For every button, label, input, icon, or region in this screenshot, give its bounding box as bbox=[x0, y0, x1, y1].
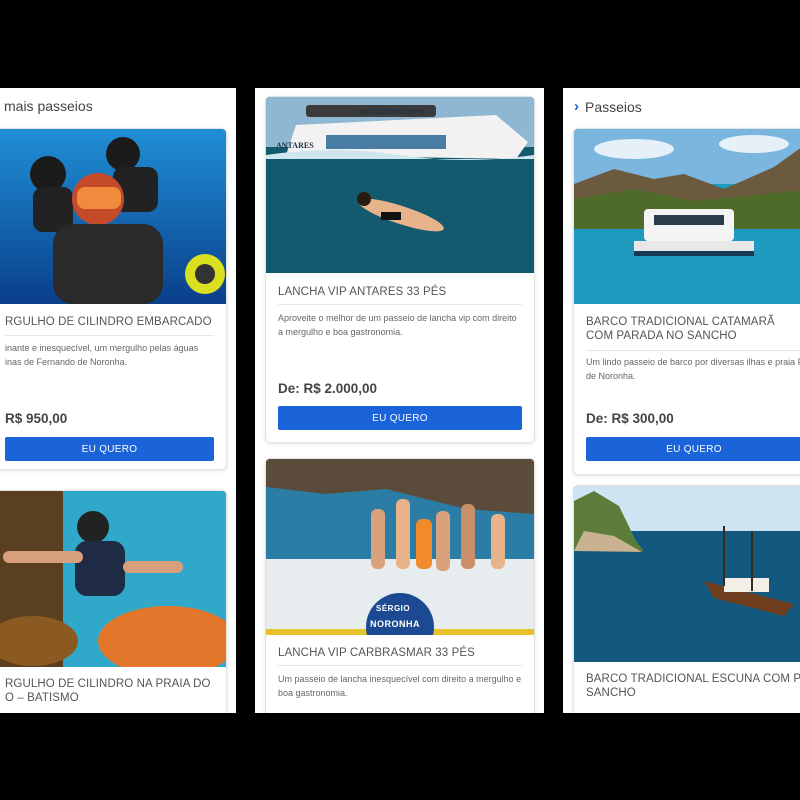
eu-quero-button[interactable]: EU QUERO bbox=[278, 406, 522, 430]
tour-title: LANCHA VIP ANTARES 33 PÉS bbox=[278, 286, 447, 298]
tour-price: R$ 950,00 bbox=[5, 411, 68, 426]
divider bbox=[278, 665, 522, 666]
divider bbox=[586, 350, 800, 351]
tour-photo bbox=[0, 129, 226, 304]
tour-description: inante e inesquecível, um mergulho pelas… bbox=[5, 343, 199, 367]
section-heading: mais passeios bbox=[4, 98, 93, 114]
tour-price: De: R$ 300,00 bbox=[586, 411, 674, 426]
divider bbox=[278, 304, 522, 305]
tour-card[interactable]: RGULHO DE CILINDRO EMBARCADO inante e in… bbox=[0, 128, 227, 470]
eu-quero-button[interactable]: EU QUERO bbox=[5, 437, 214, 461]
right-panel: › Passeios BARCO TRADICIONAL CATAMARÃ CO… bbox=[563, 88, 800, 713]
section-heading: › Passeios bbox=[574, 98, 642, 115]
tour-price: De: R$ 2.000,00 bbox=[278, 381, 378, 396]
tour-photo: SÉRGIO NORONHA bbox=[266, 459, 534, 635]
eu-quero-button[interactable]: EU QUERO bbox=[586, 437, 800, 461]
tour-card[interactable]: SÉRGIO NORONHA LANCHA VIP CARBRASMAR 33 … bbox=[265, 458, 535, 713]
center-panel: INSC 221001115-FN ANTARES LANCHA VIP ANT… bbox=[255, 88, 544, 713]
tour-description: Um lindo passeio de barco por diversas i… bbox=[586, 357, 800, 381]
tour-photo bbox=[574, 129, 800, 304]
tour-photo bbox=[0, 491, 226, 667]
tour-title: RGULHO DE CILINDRO NA PRAIA DO O – BATIS… bbox=[5, 678, 211, 704]
tour-photo bbox=[574, 486, 800, 662]
divider bbox=[5, 335, 214, 336]
tour-description: Um passeio de lancha inesquecível com di… bbox=[278, 674, 522, 698]
tour-card[interactable]: RGULHO DE CILINDRO NA PRAIA DO O – BATIS… bbox=[0, 490, 227, 713]
tour-title: BARCO TRADICIONAL CATAMARÃ COM PARADA NO… bbox=[586, 316, 775, 342]
logo-text-bottom: NORONHA bbox=[370, 619, 420, 629]
tour-photo: INSC 221001115-FN ANTARES bbox=[266, 97, 534, 273]
tour-card[interactable]: INSC 221001115-FN ANTARES LANCHA VIP ANT… bbox=[265, 96, 535, 443]
tour-title: BARCO TRADICIONAL ESCUNA COM PAR NO SANC… bbox=[586, 673, 800, 699]
chevron-right-icon: › bbox=[574, 98, 579, 115]
left-panel: mais passeios RGULHO DE CILINDRO EMBARCA… bbox=[0, 88, 236, 713]
logo-text-top: SÉRGIO bbox=[376, 604, 411, 613]
tour-description: Aproveite o melhor de um passeio de lanc… bbox=[278, 313, 517, 337]
tour-card[interactable]: BARCO TRADICIONAL CATAMARÃ COM PARADA NO… bbox=[573, 128, 800, 475]
boat-hull-text: INSC 221001115-FN bbox=[359, 109, 424, 116]
tour-title: LANCHA VIP CARBRASMAR 33 PÉS bbox=[278, 647, 475, 659]
tour-card[interactable]: BARCO TRADICIONAL ESCUNA COM PAR NO SANC… bbox=[573, 485, 800, 713]
boat-name-text: ANTARES bbox=[276, 141, 314, 150]
tour-title: RGULHO DE CILINDRO EMBARCADO bbox=[5, 316, 212, 328]
